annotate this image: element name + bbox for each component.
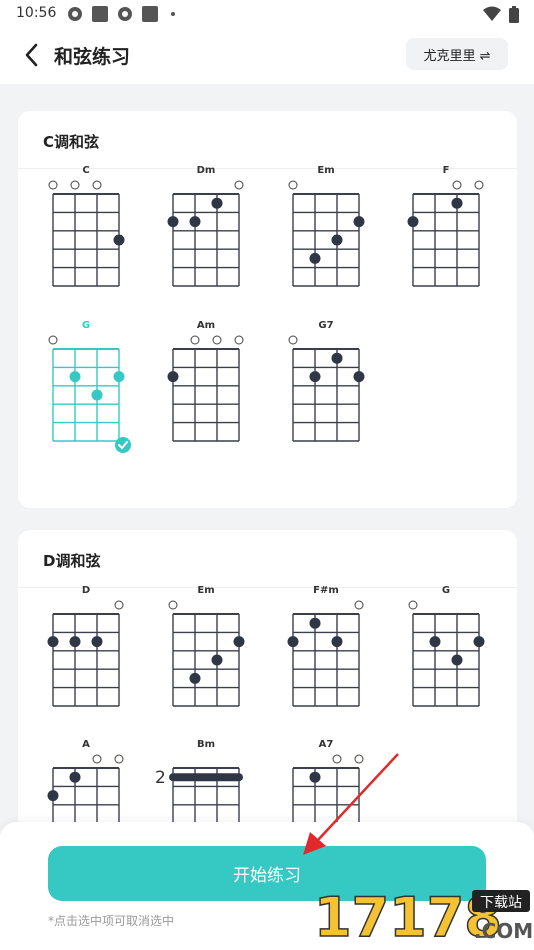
chord-am[interactable]: Am xyxy=(167,320,244,442)
more-notifications-icon xyxy=(171,12,175,16)
finger-dot xyxy=(309,371,321,383)
status-bar: 10:56 xyxy=(0,0,534,28)
chord-name: Bm xyxy=(197,739,215,750)
open-string-icon xyxy=(288,180,298,190)
chord-section-c: C调和弦 C Dm Em F G Am G7 xyxy=(18,111,517,508)
open-string-icon xyxy=(234,180,244,190)
finger-dot xyxy=(407,216,419,228)
site-watermark: 17178 下载站 .COM xyxy=(313,885,532,946)
chord-em[interactable]: Em xyxy=(288,165,365,287)
finger-dot xyxy=(189,216,201,228)
chord-name: D xyxy=(82,585,90,596)
chord-em[interactable]: Em xyxy=(168,585,245,707)
chord-name: F#m xyxy=(313,585,339,596)
finger-dot xyxy=(91,389,103,401)
finger-dot xyxy=(47,790,59,802)
open-string-icon xyxy=(48,335,58,345)
app-notification-icon xyxy=(92,6,108,22)
open-string-icon xyxy=(212,335,222,345)
open-string-icon xyxy=(408,600,418,610)
finger-dot xyxy=(331,234,343,246)
open-string-icon xyxy=(234,335,244,345)
battery-icon xyxy=(509,6,519,23)
finger-dot xyxy=(211,654,223,666)
chord-dm[interactable]: Dm xyxy=(167,165,244,287)
finger-dot xyxy=(353,371,365,383)
app-notification-icon xyxy=(142,6,158,22)
open-string-icon xyxy=(48,180,58,190)
chord-name: A7 xyxy=(319,739,334,750)
finger-dot xyxy=(91,636,103,648)
open-string-icon xyxy=(114,754,124,764)
chord-name: G xyxy=(82,320,90,331)
finger-dot xyxy=(69,636,81,648)
chord-d[interactable]: D xyxy=(47,585,124,707)
open-string-icon xyxy=(92,180,102,190)
watermark-badge: 下载站 xyxy=(480,895,522,911)
finger-dot xyxy=(331,352,343,364)
finger-dot xyxy=(353,216,365,228)
chord-g[interactable]: G xyxy=(48,320,131,453)
open-string-icon xyxy=(354,754,364,764)
chord-name: Am xyxy=(197,320,215,331)
finger-dot xyxy=(451,654,463,666)
open-string-icon xyxy=(332,754,342,764)
open-string-icon xyxy=(114,600,124,610)
header: 和弦练习 尤克里里 ⇌ xyxy=(0,28,534,84)
chord-f[interactable]: F xyxy=(407,165,484,287)
finger-dot xyxy=(309,771,321,783)
chord-name: C xyxy=(82,165,89,176)
chord-g[interactable]: G xyxy=(408,585,485,707)
barre-fret-label: 2 xyxy=(155,768,166,788)
finger-dot xyxy=(429,636,441,648)
open-string-icon xyxy=(168,600,178,610)
app-notification-icon xyxy=(118,7,132,21)
finger-dot xyxy=(167,216,179,228)
watermark-domain: .COM xyxy=(474,919,532,943)
chord-name: G xyxy=(442,585,450,596)
finger-dot xyxy=(473,636,485,648)
selected-check-icon xyxy=(115,437,131,453)
app-notification-icon xyxy=(68,7,82,21)
finger-dot xyxy=(113,234,125,246)
instrument-switch-button[interactable]: 尤克里里 ⇌ xyxy=(406,38,508,70)
chord-name: Em xyxy=(317,165,334,176)
chord-diagrams: C Dm Em F G Am G7 xyxy=(48,165,484,453)
finger-dot xyxy=(189,672,201,684)
back-arrow-icon[interactable] xyxy=(22,42,42,68)
finger-dot xyxy=(331,636,343,648)
wifi-icon xyxy=(483,6,501,21)
finger-dot xyxy=(47,636,59,648)
open-string-icon xyxy=(474,180,484,190)
chord-name: G7 xyxy=(318,320,333,331)
finger-dot xyxy=(69,371,81,383)
finger-dot xyxy=(113,371,125,383)
chord-name: A xyxy=(82,739,90,750)
chord-fsharpm[interactable]: F#m xyxy=(287,585,364,707)
open-string-icon xyxy=(354,600,364,610)
page-title: 和弦练习 xyxy=(54,46,131,68)
status-time: 10:56 xyxy=(16,5,57,21)
open-string-icon xyxy=(70,180,80,190)
open-string-icon xyxy=(452,180,462,190)
chord-c[interactable]: C xyxy=(48,165,125,287)
hint-text: *点击选中项可取消选中 xyxy=(48,914,175,928)
open-string-icon xyxy=(190,335,200,345)
finger-dot xyxy=(167,371,179,383)
open-string-icon xyxy=(92,754,102,764)
chord-name: Dm xyxy=(197,165,216,176)
finger-dot xyxy=(233,636,245,648)
open-string-icon xyxy=(288,335,298,345)
finger-dot xyxy=(211,197,223,209)
chord-name: F xyxy=(443,165,450,176)
finger-dot xyxy=(309,252,321,264)
barre-bar xyxy=(169,773,243,782)
chord-name: Em xyxy=(197,585,214,596)
finger-dot xyxy=(309,617,321,629)
finger-dot xyxy=(69,771,81,783)
finger-dot xyxy=(287,636,299,648)
finger-dot xyxy=(451,197,463,209)
chord-g7[interactable]: G7 xyxy=(288,320,365,442)
